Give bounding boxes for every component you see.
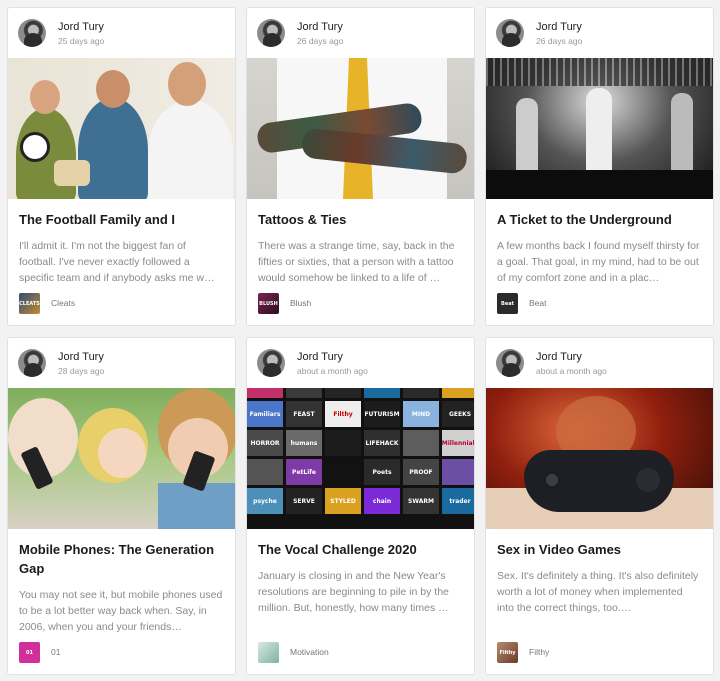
author-avatar[interactable] — [18, 19, 46, 47]
story-card[interactable]: Jord Tury 26 days ago Tattoos & Ties The… — [246, 7, 475, 326]
mosaic-tile: PetLife — [286, 459, 322, 485]
story-title[interactable]: The Football Family and I — [19, 210, 225, 229]
story-excerpt: I'll admit it. I'm not the biggest fan o… — [19, 240, 215, 284]
story-excerpt: You may not see it, but mobile phones us… — [19, 589, 223, 633]
author-name[interactable]: Jord Tury — [297, 21, 343, 33]
story-title[interactable]: Tattoos & Ties — [258, 210, 464, 229]
mosaic-tile: Poets — [364, 459, 400, 485]
story-title[interactable]: A Ticket to the Underground — [497, 210, 703, 229]
story-excerpt: There was a strange time, say, back in t… — [258, 240, 455, 284]
author-name[interactable]: Jord Tury — [297, 351, 343, 363]
card-header: Jord Tury 25 days ago — [8, 8, 235, 58]
author-name[interactable]: Jord Tury — [58, 21, 104, 33]
tag-thumbnail: Filthy — [497, 642, 518, 663]
mosaic-tile — [364, 388, 400, 398]
mosaic-tile: chain — [364, 488, 400, 514]
card-header: Jord Tury about a month ago — [247, 338, 474, 388]
mosaic-tile — [286, 388, 322, 398]
post-time: about a month ago — [536, 366, 607, 376]
tag-name: 01 — [51, 647, 61, 657]
story-card[interactable]: Jord Tury about a month ago Sex in Video… — [485, 337, 714, 675]
story-excerpt: January is closing in and the New Year's… — [258, 570, 449, 614]
tag-name: Beat — [529, 298, 547, 308]
author-name[interactable]: Jord Tury — [58, 351, 104, 363]
story-excerpt: A few months back I found myself thirsty… — [497, 240, 700, 284]
cover-image[interactable] — [8, 388, 235, 529]
author-avatar[interactable] — [496, 349, 524, 377]
mosaic-tile: SERVE — [286, 488, 322, 514]
tag-thumbnail: Beat — [497, 293, 518, 314]
mosaic-tile — [442, 459, 474, 485]
post-time: 25 days ago — [58, 36, 105, 46]
mosaic-tile — [325, 388, 361, 398]
mosaic-tile — [442, 388, 474, 398]
post-time: 26 days ago — [536, 36, 583, 46]
post-time: 26 days ago — [297, 36, 344, 46]
mosaic-tile: PROOF — [403, 459, 439, 485]
mosaic-tile: FEAST — [286, 401, 322, 427]
author-avatar[interactable] — [257, 349, 285, 377]
mosaic-tile: FUTURISM — [364, 401, 400, 427]
author-avatar[interactable] — [257, 19, 285, 47]
mosaic-tile — [403, 430, 439, 456]
mosaic-tile: Millennials — [442, 430, 474, 456]
mosaic-tile: LIFEHACK — [364, 430, 400, 456]
card-header: Jord Tury 26 days ago — [247, 8, 474, 58]
story-title[interactable]: The Vocal Challenge 2020 — [258, 540, 464, 559]
cover-image[interactable] — [247, 58, 474, 199]
cover-image[interactable] — [486, 58, 713, 199]
mosaic-tile: trader — [442, 488, 474, 514]
post-time: 28 days ago — [58, 366, 105, 376]
author-name[interactable]: Jord Tury — [536, 351, 582, 363]
author-avatar[interactable] — [496, 19, 524, 47]
story-card[interactable]: Jord Tury about a month ago Familiars FE… — [246, 337, 475, 675]
mosaic-tile — [325, 459, 361, 485]
mosaic-tile: SWARM — [403, 488, 439, 514]
card-header: Jord Tury about a month ago — [486, 338, 713, 388]
card-header: Jord Tury 26 days ago — [486, 8, 713, 58]
tag-thumbnail: BLUSH — [258, 293, 279, 314]
mosaic-tile: HORROR — [247, 430, 283, 456]
publication-mosaic: Familiars FEAST Filthy FUTURISM MIND GEE… — [247, 388, 474, 514]
card-header: Jord Tury 28 days ago — [8, 338, 235, 388]
post-time: about a month ago — [297, 366, 368, 376]
mosaic-tile — [325, 430, 361, 456]
author-name[interactable]: Jord Tury — [536, 21, 582, 33]
tag-thumbnail — [258, 642, 279, 663]
mosaic-tile — [247, 388, 283, 398]
mosaic-tile: Familiars — [247, 401, 283, 427]
tag-name: Blush — [290, 298, 312, 308]
cover-image[interactable]: Familiars FEAST Filthy FUTURISM MIND GEE… — [247, 388, 474, 529]
story-title[interactable]: Sex in Video Games — [497, 540, 703, 559]
mosaic-tile: GEEKS — [442, 401, 474, 427]
cover-image[interactable] — [8, 58, 235, 199]
mosaic-tile — [403, 388, 439, 398]
author-avatar[interactable] — [18, 349, 46, 377]
mosaic-tile: STYLED — [325, 488, 361, 514]
tag-thumbnail: 01 — [19, 642, 40, 663]
tag-thumbnail: CLEATS — [19, 293, 40, 314]
mosaic-tile: Filthy — [325, 401, 361, 427]
story-title[interactable]: Mobile Phones: The Generation Gap — [19, 540, 225, 578]
tag-name: Cleats — [51, 298, 76, 308]
story-card[interactable]: Jord Tury 26 days ago A Ticket to the Un… — [485, 7, 714, 326]
cover-image[interactable] — [486, 388, 713, 529]
tag-name: Filthy — [529, 647, 550, 657]
tag-name: Motivation — [290, 647, 329, 657]
mosaic-tile: MIND — [403, 401, 439, 427]
story-card[interactable]: Jord Tury 28 days ago Mobile Phones: The… — [7, 337, 236, 675]
mosaic-tile: humans — [286, 430, 322, 456]
mosaic-tile — [247, 459, 283, 485]
story-grid: Jord Tury 25 days ago The Football Famil… — [7, 7, 714, 675]
mosaic-tile: psyche — [247, 488, 283, 514]
story-excerpt: Sex. It's definitely a thing. It's also … — [497, 570, 699, 614]
story-card[interactable]: Jord Tury 25 days ago The Football Famil… — [7, 7, 236, 326]
